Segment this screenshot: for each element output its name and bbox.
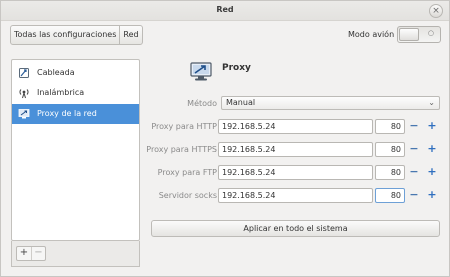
method-select[interactable]: Manual ⌄ xyxy=(221,96,440,110)
sidebar-item-wired[interactable]: Cableada xyxy=(12,63,139,83)
ftp-host-field[interactable]: 192.168.5.24 xyxy=(218,165,373,180)
apply-system-wide-button[interactable]: Aplicar en todo el sistema xyxy=(151,220,440,237)
ftp-proxy-label: Proxy para FTP xyxy=(157,168,217,177)
socks-port-stepper: − + xyxy=(405,188,441,203)
page-title: Proxy xyxy=(222,63,251,73)
ftp-port-decrement[interactable]: − xyxy=(405,165,423,180)
connection-list: Cableada Inalámbrica Proxy de la red xyxy=(11,59,140,241)
https-port-field[interactable]: 80 xyxy=(375,142,405,157)
add-connection-button[interactable]: + xyxy=(17,247,31,260)
chevron-down-icon: ⌄ xyxy=(428,98,435,107)
sidebar-item-label: Cableada xyxy=(37,68,75,77)
wired-network-icon xyxy=(18,67,30,79)
sidebar-item-label: Proxy de la red xyxy=(37,109,97,118)
method-value: Manual xyxy=(226,98,256,107)
http-port-field[interactable]: 80 xyxy=(375,119,405,134)
https-port-decrement[interactable]: − xyxy=(405,142,423,157)
http-port-stepper: − + xyxy=(405,119,441,134)
crumb-network[interactable]: Red xyxy=(119,26,141,44)
sidebar-button-group: + − xyxy=(16,246,46,261)
minus-icon: − xyxy=(34,247,43,258)
airplane-mode-switch[interactable]: ○ xyxy=(397,26,441,43)
sidebar-footer: + − xyxy=(11,241,140,267)
wireless-network-icon xyxy=(18,87,30,99)
https-port-stepper: − + xyxy=(405,142,441,157)
network-settings-window: Red × Todas las configuraciones Red Modo… xyxy=(0,0,450,277)
sidebar-item-network-proxy[interactable]: Proxy de la red xyxy=(12,104,139,124)
socks-port-field[interactable]: 80 xyxy=(375,188,405,203)
ftp-port-stepper: − + xyxy=(405,165,441,180)
socks-port-decrement[interactable]: − xyxy=(405,188,423,203)
plus-icon: + xyxy=(19,247,29,258)
ftp-port-increment[interactable]: + xyxy=(423,165,441,180)
socks-port-increment[interactable]: + xyxy=(423,188,441,203)
method-label: Método xyxy=(187,99,217,108)
airplane-mode-label: Modo avión xyxy=(348,30,395,39)
http-proxy-label: Proxy para HTTP xyxy=(151,122,217,131)
sidebar-item-wireless[interactable]: Inalámbrica xyxy=(12,83,139,103)
switch-off-indicator: ○ xyxy=(427,29,434,37)
ftp-port-field[interactable]: 80 xyxy=(375,165,405,180)
window-title: Red xyxy=(216,5,234,14)
title-bar: Red × xyxy=(1,1,449,21)
socks-host-field[interactable]: 192.168.5.24 xyxy=(218,188,373,203)
socks-server-label: Servidor socks xyxy=(158,191,217,200)
close-icon: × xyxy=(432,6,440,16)
breadcrumb: Todas las configuraciones Red xyxy=(10,25,143,45)
switch-knob[interactable] xyxy=(399,28,419,41)
http-port-decrement[interactable]: − xyxy=(405,119,423,134)
proxy-icon xyxy=(18,108,30,120)
toolbar: Todas las configuraciones Red Modo avión… xyxy=(1,21,449,49)
http-port-increment[interactable]: + xyxy=(423,119,441,134)
sidebar-item-label: Inalámbrica xyxy=(37,88,85,97)
close-button[interactable]: × xyxy=(429,4,443,18)
remove-connection-button[interactable]: − xyxy=(31,247,45,260)
https-proxy-label: Proxy para HTTPS xyxy=(146,145,217,154)
crumb-all-settings[interactable]: Todas las configuraciones xyxy=(11,26,119,44)
https-port-increment[interactable]: + xyxy=(423,142,441,157)
https-host-field[interactable]: 192.168.5.24 xyxy=(218,142,373,157)
http-host-field[interactable]: 192.168.5.24 xyxy=(218,119,373,134)
proxy-header-icon xyxy=(189,62,213,82)
